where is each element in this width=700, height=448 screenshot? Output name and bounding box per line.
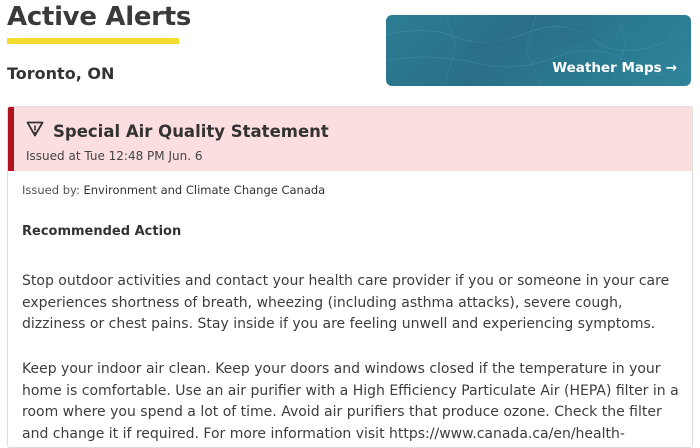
title-underline [7,38,179,44]
alert-card: Special Air Quality Statement Issued at … [7,106,693,448]
location-label: Toronto, ON [7,64,115,83]
alert-title-row: Special Air Quality Statement [26,121,329,141]
recommendation-paragraph-2: Keep your indoor air clean. Keep your do… [22,361,679,442]
alert-title: Special Air Quality Statement [53,121,329,141]
alert-header[interactable]: Special Air Quality Statement Issued at … [8,107,692,171]
alert-issuer: Issued by: Environment and Climate Chang… [22,183,325,197]
weather-maps-link[interactable]: Weather Maps → [552,60,677,76]
weather-maps-label: Weather Maps [552,60,662,76]
page-title: Active Alerts [7,2,192,32]
arrow-right-icon: → [665,60,677,76]
recommendation-paragraph-1: Stop outdoor activities and contact your… [22,273,670,332]
recommended-action-heading: Recommended Action [22,224,182,239]
weather-maps-card[interactable]: Weather Maps → [386,15,691,86]
issuer-name: Environment and Climate Change Canada [83,183,326,197]
warning-triangle-icon [26,121,44,141]
alert-issued-time: Issued at Tue 12:48 PM Jun. 6 [26,149,203,163]
issuer-prefix: Issued by: [22,183,84,197]
